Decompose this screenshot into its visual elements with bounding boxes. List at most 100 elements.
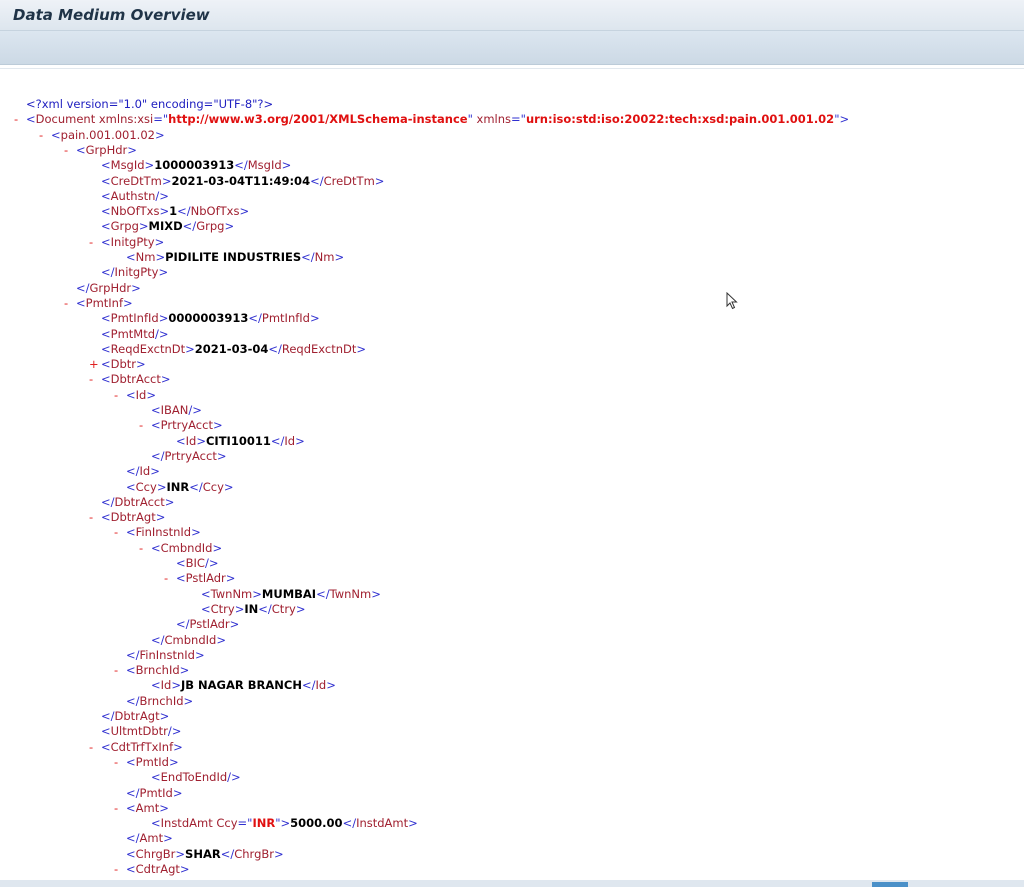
xml-tag: </ [220, 846, 235, 861]
xml-line: <EndToEndId/> [139, 770, 241, 785]
xml-line[interactable]: - <PmtId> [114, 755, 179, 770]
xml-line: <Id>CITI10011</Id> [164, 434, 305, 449]
xml-tagname: UltmtDbtr [110, 724, 168, 739]
xml-tag: > [163, 831, 173, 846]
xml-tag: > [225, 571, 236, 586]
xml-tagname: Authstn [110, 188, 156, 203]
xml-tagname: PmtInfId [110, 311, 159, 326]
xml-line[interactable]: - <PrtryAcct> [139, 418, 223, 433]
xml-tag: > [185, 341, 195, 356]
xml-val: 1 [169, 204, 178, 219]
xml-tag: > [159, 709, 170, 723]
xml-tag: > [154, 234, 165, 249]
xml-tag: </ [76, 280, 90, 295]
xml-line[interactable]: - <Amt> [114, 801, 169, 816]
collapse-toggle[interactable]: - [139, 418, 151, 433]
collapse-toggle[interactable]: - [164, 571, 176, 586]
xml-attrval: http://www.w3.org/2001/XMLSchema-instanc… [168, 112, 468, 127]
xml-tag: > [168, 754, 179, 769]
collapse-toggle[interactable]: - [89, 372, 101, 387]
xml-tag: > [136, 357, 146, 372]
xml-line[interactable]: - <CmbndId> [139, 541, 222, 556]
xml-tagname: GrpHdr [89, 280, 132, 295]
xml-tagname: Id [315, 678, 327, 693]
xml-line[interactable]: - <BrnchId> [114, 663, 189, 678]
xml-tag: > [408, 816, 418, 831]
xml-tag: < [151, 816, 161, 831]
xml-attr: xmlns:xsi [95, 112, 154, 127]
xml-tag: </ [301, 250, 315, 264]
xml-line[interactable]: - <CdtrAgt> [114, 862, 190, 877]
xml-line: <BIC/> [164, 556, 218, 571]
collapse-toggle[interactable]: - [114, 663, 126, 678]
xml-line[interactable]: - <GrpHdr> [64, 143, 137, 158]
xml-viewer[interactable]: <?xml version="1.0" encoding="UTF-8"?> - <… [0, 68, 1024, 880]
collapse-toggle[interactable]: - [89, 740, 101, 755]
collapse-toggle[interactable]: - [114, 755, 126, 770]
xml-tag: </ [126, 647, 140, 662]
collapse-toggle[interactable]: - [64, 143, 76, 158]
xml-line[interactable]: - <CdtTrfTxInf> [89, 740, 183, 755]
xml-line[interactable]: - <DbtrAgt> [89, 510, 165, 525]
xml-tag: < [151, 403, 161, 417]
collapse-toggle[interactable]: - [89, 510, 101, 525]
xml-tag: </ [101, 494, 115, 509]
xml-tag: > [212, 540, 223, 555]
xml-tag: < [101, 158, 111, 173]
xml-tag: /> [167, 724, 182, 739]
xml-line: <TwnNm>MUMBAI</TwnNm> [189, 587, 381, 602]
xml-tag: > [194, 647, 205, 662]
xml-tag: > [216, 448, 227, 463]
xml-val: IN [244, 601, 259, 616]
expand-toggle[interactable]: + [89, 357, 101, 372]
xml-tag: </ [177, 204, 191, 219]
collapse-toggle[interactable]: - [89, 235, 101, 250]
xml-tag: > [175, 846, 186, 861]
collapse-toggle[interactable]: - [114, 862, 126, 877]
xml-tag: < [101, 357, 111, 372]
xml-tag: </ [189, 479, 203, 494]
xml-line: <Ccy>INR</Ccy> [114, 480, 234, 495]
xml-line: <NbOfTxs>1</NbOfTxs> [89, 204, 249, 219]
collapse-toggle[interactable]: - [14, 112, 26, 127]
xml-tagname: NbOfTxs [110, 204, 160, 219]
xml-line: <Ctry>IN</Ctry> [189, 602, 306, 617]
collapse-toggle[interactable]: - [139, 541, 151, 556]
xml-tagname: Amt [139, 831, 164, 846]
xml-line[interactable]: - <PstlAdr> [164, 571, 235, 586]
xml-tag: < [151, 540, 161, 555]
xml-line: </DbtrAgt> [89, 709, 169, 724]
xml-tag: </ [126, 785, 140, 800]
xml-tag: /> [204, 556, 219, 570]
xml-tag: /> [188, 403, 202, 417]
xml-val: 2021-03-04T11:49:04 [171, 173, 311, 188]
xml-tag: </ [126, 693, 140, 708]
collapse-toggle[interactable]: - [39, 128, 51, 143]
xml-line[interactable]: - <DbtrAcct> [89, 372, 171, 387]
xml-tag: > [309, 311, 320, 326]
xml-tag: < [201, 586, 211, 601]
xml-tag: > [127, 142, 137, 157]
xml-line[interactable]: - <FinInstnId> [114, 525, 201, 540]
xml-tag: > [154, 127, 165, 142]
xml-tag: > [239, 204, 250, 219]
xml-line[interactable]: - <InitgPty> [89, 235, 164, 250]
xml-val: SHAR [185, 846, 221, 861]
xml-attrval: INR [252, 816, 276, 831]
xml-line[interactable]: - <Document xmlns:xsi="http://www.w3.org/… [14, 112, 849, 127]
xml-tagname: PrtryAcct [160, 418, 213, 433]
xml-line[interactable]: - <pain.001.001.02> [39, 128, 165, 143]
application-toolbar [0, 31, 1024, 65]
collapse-toggle[interactable]: - [114, 525, 126, 540]
xml-tagname: NbOfTxs [190, 204, 240, 219]
xml-line[interactable]: - <PmtInf> [64, 296, 133, 311]
xml-tagname: Grpg [110, 219, 139, 234]
xml-tag: > [161, 173, 172, 188]
collapse-toggle[interactable]: - [64, 296, 76, 311]
collapse-toggle[interactable]: - [114, 801, 126, 816]
xml-tag: </ [151, 632, 165, 647]
collapse-toggle[interactable]: - [114, 388, 126, 403]
xml-line[interactable]: + <Dbtr> [89, 357, 146, 372]
xml-tagname: TwnNm [329, 586, 372, 601]
xml-line[interactable]: - <Id> [114, 388, 156, 403]
